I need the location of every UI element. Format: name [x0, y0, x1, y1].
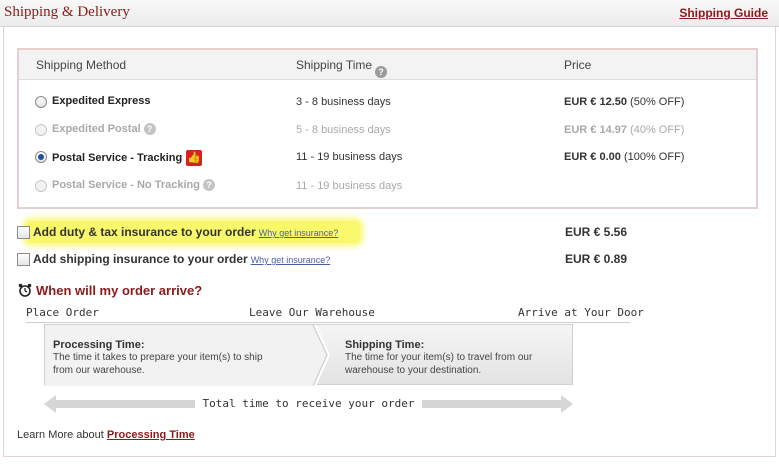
col-shipping-method: Shipping Method	[36, 58, 127, 72]
col-shipping-time: Shipping Time?	[296, 58, 388, 78]
radio-postal-tracking[interactable]	[35, 151, 47, 163]
shipping-option-postal-no-tracking: Postal Service - No Tracking? 11 - 19 bu…	[19, 177, 756, 197]
alarm-clock-icon	[18, 283, 32, 297]
method-time: 3 - 8 business days	[296, 96, 391, 108]
method-name: Postal Service - Tracking 👍	[52, 150, 203, 166]
col-price: Price	[564, 58, 592, 72]
method-price: EUR € 12.50 (50% OFF)	[564, 96, 685, 108]
processing-time-title: Processing Time:	[53, 339, 145, 351]
method-time: 5 - 8 business days	[296, 124, 391, 136]
radio-postal-no-tracking	[35, 180, 47, 192]
shipping-methods-table: Shipping Method Shipping Time? Price Exp…	[17, 48, 758, 209]
processing-time-link[interactable]: Processing Time	[107, 429, 195, 441]
method-price: EUR € 14.97 (40% OFF)	[564, 124, 685, 136]
shipping-option-expedited-postal: Expedited Postal? 5 - 8 business days EU…	[19, 121, 756, 141]
section-title: Shipping & Delivery	[4, 4, 130, 20]
method-name: Postal Service - No Tracking?	[52, 179, 215, 192]
shipping-time-desc-2: warehouse to your destination.	[345, 365, 482, 376]
duty-tax-insurance-checkbox[interactable]	[17, 226, 30, 239]
timeline-leave-warehouse: Leave Our Warehouse	[249, 306, 375, 319]
duty-tax-insurance-price: EUR € 5.56	[565, 225, 628, 239]
radio-expedited-postal	[35, 124, 47, 136]
thumbs-up-icon: 👍	[186, 150, 203, 166]
shipping-insurance-price: EUR € 0.89	[565, 252, 628, 266]
question-circle-icon[interactable]: ?	[143, 123, 156, 136]
radio-expedited-express[interactable]	[35, 96, 47, 108]
method-price: EUR € 0.00 (100% OFF)	[564, 151, 685, 163]
timeline-arrive-door: Arrive at Your Door	[518, 306, 644, 319]
method-time: 11 - 19 business days	[296, 151, 403, 163]
method-time: 11 - 19 business days	[296, 180, 403, 192]
timeline-line	[26, 322, 630, 323]
why-insurance-link[interactable]: Why get insurance?	[251, 255, 331, 265]
arrival-heading: When will my order arrive?	[18, 283, 202, 298]
method-name: Expedited Postal?	[52, 123, 156, 136]
shipping-insurance-checkbox[interactable]	[17, 253, 30, 266]
processing-time-desc-1: The time it takes to prepare your item(s…	[53, 352, 263, 363]
why-insurance-link[interactable]: Why get insurance?	[259, 228, 339, 238]
shipping-time-desc-1: The time for your item(s) to travel from…	[345, 352, 533, 363]
total-time-label: Total time to receive your order	[44, 397, 573, 410]
shipping-option-postal-tracking[interactable]: Postal Service - Tracking 👍 11 - 19 busin…	[19, 148, 756, 168]
method-name: Expedited Express	[52, 95, 151, 107]
timeline-steps: Processing Time: The time it takes to pr…	[44, 324, 573, 386]
timeline-place-order: Place Order	[26, 306, 99, 319]
total-time-bar: Total time to receive your order	[44, 395, 573, 413]
table-header: Shipping Method Shipping Time? Price	[19, 50, 756, 80]
shipping-guide-link[interactable]: Shipping Guide	[679, 6, 768, 20]
question-circle-icon[interactable]: ?	[202, 179, 215, 192]
question-circle-icon[interactable]: ?	[375, 66, 388, 78]
shipping-option-expedited-express[interactable]: Expedited Express 3 - 8 business days EU…	[19, 93, 756, 113]
processing-time-desc-2: from our warehouse.	[53, 365, 145, 376]
learn-more: Learn More about Processing Time	[17, 429, 195, 441]
header-bar: Shipping & Delivery Shipping Guide	[0, 0, 779, 27]
option-label: Add shipping insurance to your order Why …	[33, 252, 331, 266]
shipping-time-title: Shipping Time:	[345, 339, 425, 351]
option-label: Add duty & tax insurance to your order Wh…	[33, 225, 339, 239]
